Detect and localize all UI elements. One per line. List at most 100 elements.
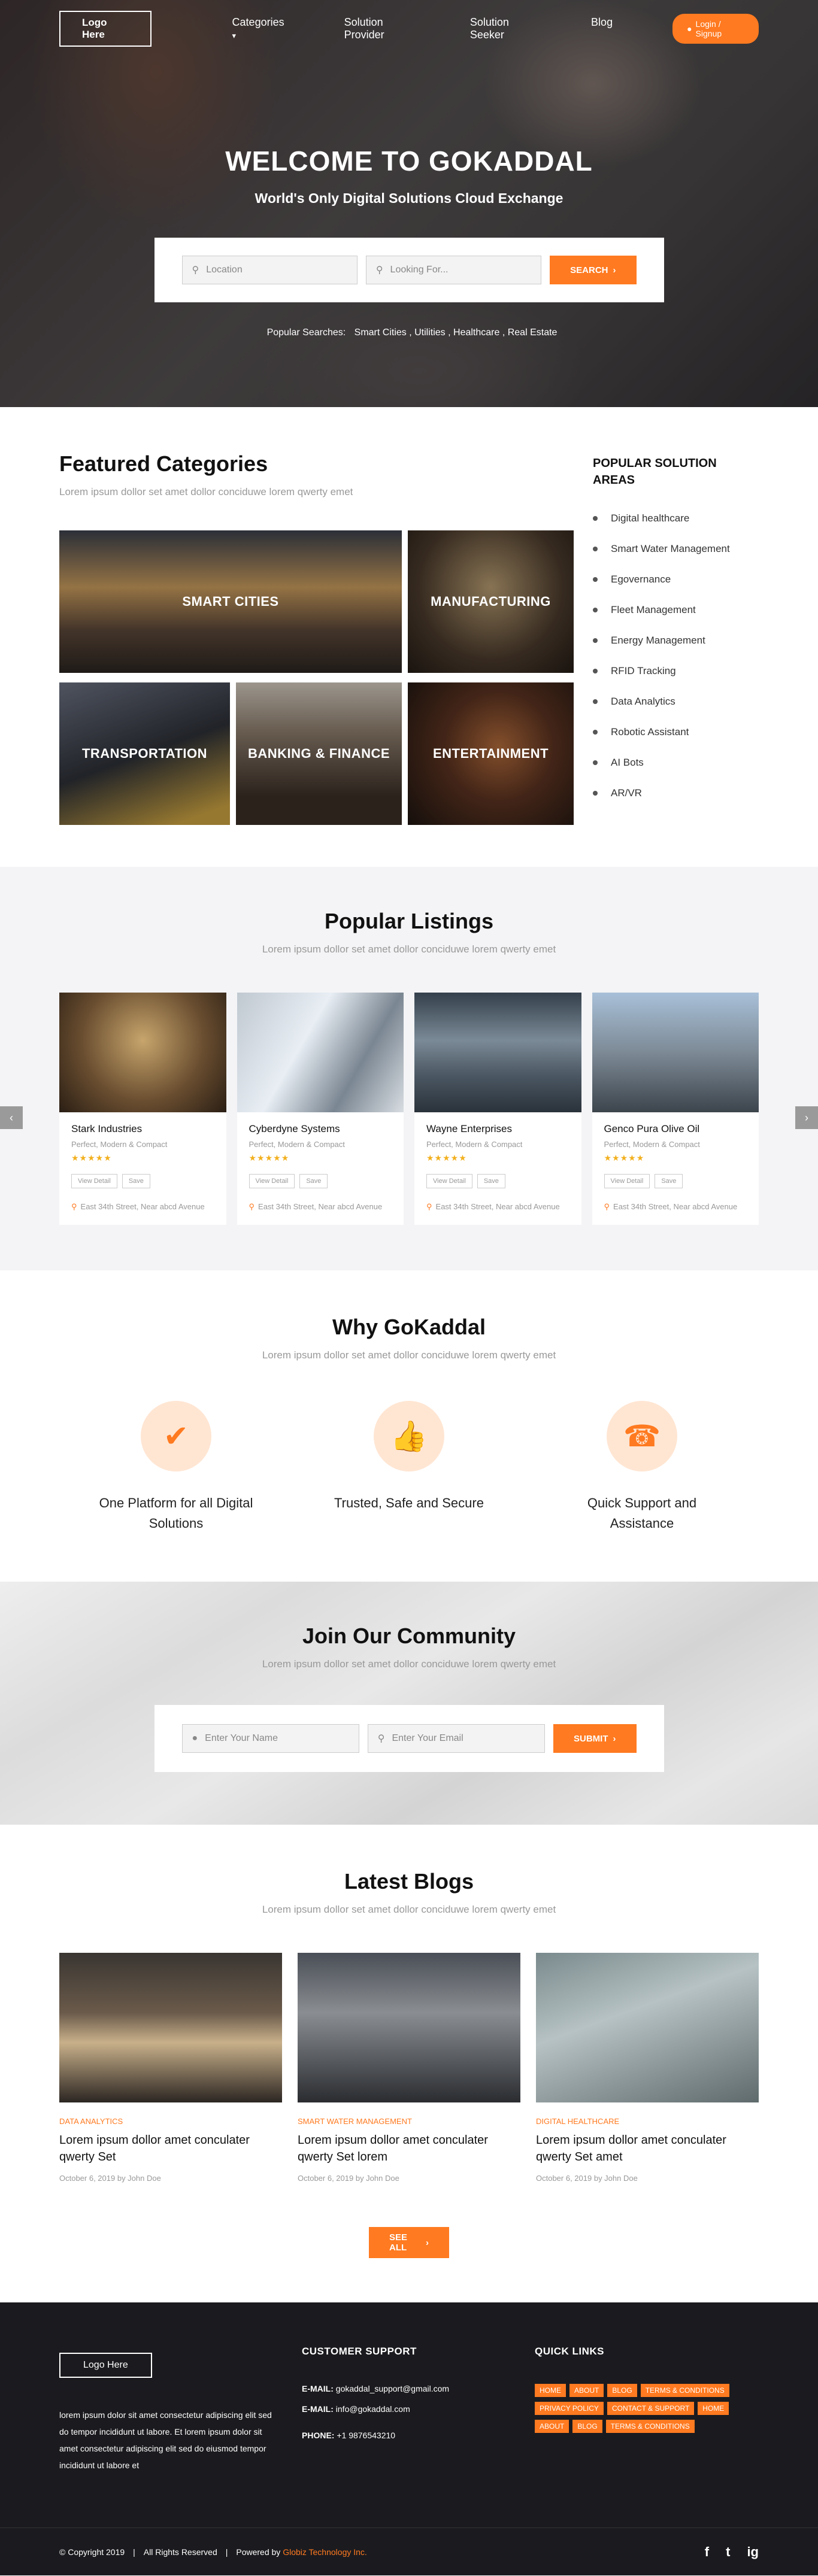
carousel-prev-button[interactable]: ‹ [0, 1106, 23, 1129]
quick-link[interactable]: HOME [535, 2384, 566, 2397]
blog-card[interactable]: DIGITAL HEALTHCARE Lorem ipsum dollor am… [536, 1953, 759, 2183]
listing-card[interactable]: Genco Pura Olive Oil Perfect, Modern & C… [592, 993, 759, 1225]
quick-link[interactable]: BLOG [607, 2384, 637, 2397]
list-item[interactable]: Data Analytics [593, 696, 759, 708]
listing-card[interactable]: Wayne Enterprises Perfect, Modern & Comp… [414, 993, 581, 1225]
submit-button[interactable]: SUBMIT › [553, 1724, 637, 1753]
facebook-icon[interactable]: f [705, 2544, 709, 2560]
nav-solution-provider[interactable]: Solution Provider [344, 16, 410, 41]
list-item[interactable]: Egovernance [593, 574, 759, 585]
quick-link[interactable]: ABOUT [535, 2420, 569, 2433]
category-transportation[interactable]: TRANSPORTATION [59, 682, 230, 825]
list-item[interactable]: AR/VR [593, 787, 759, 799]
why-text: One Platform for all Digital Solutions [99, 1495, 253, 1531]
blog-category[interactable]: DIGITAL HEALTHCARE [536, 2117, 759, 2126]
blog-category[interactable]: DATA ANALYTICS [59, 2117, 282, 2126]
quick-links-title: QUICK LINKS [535, 2346, 604, 2357]
why-text: Trusted, Safe and Secure [334, 1495, 484, 1510]
footer-about: lorem ipsum dolor sit amet consectetur a… [59, 2410, 272, 2470]
address-text: East 34th Street, Near abcd Avenue [80, 1202, 205, 1211]
listing-image [237, 993, 404, 1112]
nav-categories[interactable]: Categories [232, 16, 284, 41]
chevron-right-icon: › [426, 2237, 429, 2248]
save-button[interactable]: Save [299, 1174, 328, 1188]
category-entertainment[interactable]: ENTERTAINMENT [408, 682, 574, 825]
save-button[interactable]: Save [655, 1174, 683, 1188]
phone-label: PHONE: [302, 2431, 335, 2440]
signup-form: ● Enter Your Name ⚲ Enter Your Email SUB… [154, 1705, 664, 1772]
looking-placeholder: Looking For... [390, 265, 449, 275]
quick-link[interactable]: ABOUT [569, 2384, 604, 2397]
blog-card[interactable]: SMART WATER MANAGEMENT Lorem ipsum dollo… [298, 1953, 520, 2183]
view-detail-button[interactable]: View Detail [604, 1174, 650, 1188]
category-manufacturing[interactable]: MANUFACTURING [408, 530, 574, 673]
email-value[interactable]: info@gokaddal.com [336, 2404, 410, 2414]
category-banking-finance[interactable]: BANKING & FINANCE [236, 682, 402, 825]
location-pin-icon: ⚲ [71, 1202, 77, 1211]
star-rating: ★★★★★ [71, 1153, 112, 1163]
list-item[interactable]: Energy Management [593, 635, 759, 647]
search-bar: ⚲ Location ⚲ Looking For... SEARCH › [154, 238, 664, 302]
popular-items[interactable]: Smart Cities , Utilities , Healthcare , … [355, 327, 558, 338]
category-smart-cities[interactable]: SMART CITIES [59, 530, 402, 673]
category-label: SMART CITIES [182, 594, 279, 609]
thumbs-up-icon: 👍 [374, 1401, 444, 1471]
instagram-icon[interactable]: ig [747, 2544, 759, 2560]
list-item[interactable]: AI Bots [593, 757, 759, 769]
star-rating: ★★★★★ [249, 1153, 290, 1163]
email-value[interactable]: gokaddal_support@gmail.com [336, 2384, 449, 2393]
login-signup-button[interactable]: ● Login / Signup [672, 14, 759, 44]
list-item[interactable]: Robotic Assistant [593, 726, 759, 738]
see-all-button[interactable]: SEE ALL › [369, 2227, 449, 2258]
search-button[interactable]: SEARCH › [550, 256, 637, 284]
email-input[interactable]: ⚲ Enter Your Email [367, 1724, 545, 1753]
name-input[interactable]: ● Enter Your Name [181, 1724, 359, 1753]
listing-name: Genco Pura Olive Oil [604, 1123, 700, 1134]
listing-card[interactable]: Stark Industries Perfect, Modern & Compa… [59, 993, 226, 1225]
powered-label: Powered by [236, 2547, 281, 2557]
blog-title[interactable]: Lorem ipsum dollor amet conculater qwert… [536, 2132, 759, 2165]
looking-for-input[interactable]: ⚲ Looking For... [365, 256, 542, 284]
quick-link[interactable]: PRIVACY POLICY [535, 2402, 604, 2415]
listing-card[interactable]: Cyberdyne Systems Perfect, Modern & Comp… [237, 993, 404, 1225]
blog-title[interactable]: Lorem ipsum dollor amet conculater qwert… [298, 2132, 520, 2165]
see-all-label: SEE ALL [389, 2232, 408, 2253]
quick-link[interactable]: CONTACT & SUPPORT [607, 2402, 695, 2415]
featured-section: Featured Categories Lorem ipsum dollor s… [0, 407, 818, 867]
twitter-icon[interactable]: t [726, 2544, 730, 2560]
quick-link[interactable]: TERMS & CONDITIONS [640, 2384, 729, 2397]
view-detail-button[interactable]: View Detail [426, 1174, 472, 1188]
listing-cards: Stark Industries Perfect, Modern & Compa… [59, 993, 759, 1225]
quick-link[interactable]: BLOG [572, 2420, 602, 2433]
address-text: East 34th Street, Near abcd Avenue [435, 1202, 560, 1211]
why-subtitle: Lorem ipsum dollor set amet dollor conci… [262, 1349, 556, 1361]
quick-link[interactable]: TERMS & CONDITIONS [605, 2420, 695, 2433]
listings-subtitle: Lorem ipsum dollor set amet dollor conci… [262, 943, 556, 955]
view-detail-button[interactable]: View Detail [249, 1174, 295, 1188]
blog-title[interactable]: Lorem ipsum dollor amet conculater qwert… [59, 2132, 282, 2165]
quick-link[interactable]: HOME [698, 2402, 729, 2415]
location-pin-icon: ⚲ [426, 1202, 432, 1211]
save-button[interactable]: Save [477, 1174, 505, 1188]
email-label: E-MAIL: [302, 2404, 334, 2414]
footer-logo[interactable]: Logo Here [59, 2353, 152, 2378]
save-button[interactable]: Save [122, 1174, 150, 1188]
view-detail-button[interactable]: View Detail [71, 1174, 117, 1188]
phone-value[interactable]: +1 9876543210 [337, 2431, 395, 2440]
nav-blog[interactable]: Blog [591, 16, 613, 41]
nav-solution-seeker[interactable]: Solution Seeker [470, 16, 531, 41]
blog-card[interactable]: DATA ANALYTICS Lorem ipsum dollor amet c… [59, 1953, 282, 2183]
powered-by-link[interactable]: Globiz Technology Inc. [283, 2547, 367, 2557]
list-item[interactable]: RFID Tracking [593, 665, 759, 677]
carousel-next-button[interactable]: › [795, 1106, 818, 1129]
list-item[interactable]: Digital healthcare [593, 512, 759, 524]
footer-bottom-bar: © Copyright 2019 | All Rights Reserved |… [0, 2528, 818, 2575]
listing-tagline: Perfect, Modern & Compact [71, 1140, 168, 1149]
blog-category[interactable]: SMART WATER MANAGEMENT [298, 2117, 520, 2126]
list-item[interactable]: Smart Water Management [593, 543, 759, 555]
hero-content: WELCOME TO GOKADDAL World's Only Digital… [0, 145, 818, 338]
star-rating: ★★★★★ [604, 1153, 645, 1163]
list-item[interactable]: Fleet Management [593, 604, 759, 616]
logo[interactable]: Logo Here [59, 11, 152, 47]
location-input[interactable]: ⚲ Location [181, 256, 358, 284]
